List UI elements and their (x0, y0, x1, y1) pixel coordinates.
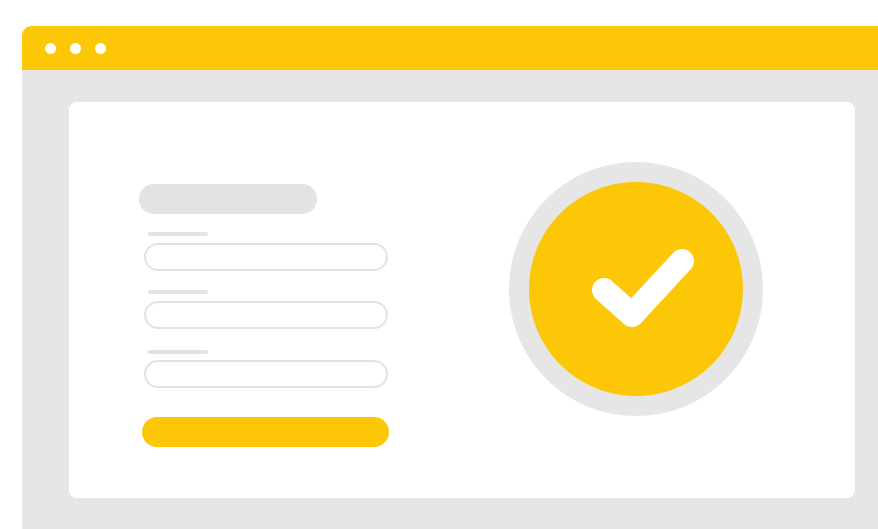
browser-window (22, 26, 878, 529)
window-dot-icon[interactable] (45, 43, 56, 54)
field-label-3 (148, 350, 208, 354)
content-panel (69, 102, 855, 498)
form-input-1[interactable] (144, 243, 388, 271)
field-label-1 (148, 232, 208, 236)
form-input-3[interactable] (144, 360, 388, 388)
success-circle (529, 182, 743, 396)
form-heading-placeholder (139, 184, 317, 214)
window-dot-icon[interactable] (70, 43, 81, 54)
window-dot-icon[interactable] (95, 43, 106, 54)
submit-button[interactable] (142, 417, 389, 447)
title-bar (22, 26, 878, 70)
form-input-2[interactable] (144, 301, 388, 329)
field-label-2 (148, 290, 208, 294)
success-indicator (509, 162, 763, 416)
success-check-badge (509, 162, 763, 416)
